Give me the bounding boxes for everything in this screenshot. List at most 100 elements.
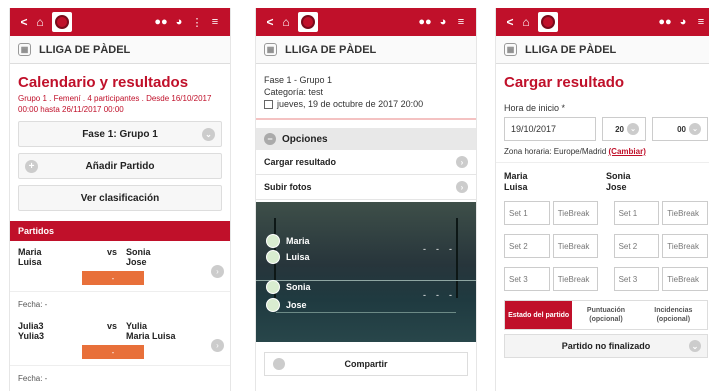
league-icon: ▦ [264, 43, 277, 56]
team-b-player: Jose [606, 182, 627, 192]
group-details: Grupo 1 . Femení . 4 participantes . Des… [18, 94, 212, 114]
users-icon[interactable]: ●● [152, 16, 170, 28]
team-a-score: --- [423, 244, 462, 254]
team-a-player: Luisa [18, 257, 42, 267]
match-date: Fecha: - [18, 374, 48, 383]
result-tabs: Estado del partido Puntuación (opcional)… [504, 300, 708, 330]
phase-select[interactable]: Fase 1: Grupo 1 ⌄ [18, 121, 222, 147]
share-icon [273, 358, 285, 370]
options-title: Opciones [282, 133, 328, 145]
team-b-player: Maria Luisa [126, 331, 176, 341]
view-ranking-button[interactable]: Ver clasificación [18, 185, 222, 211]
chevron-down-icon: ⌄ [627, 123, 639, 135]
league-header: ▦ LLIGA DE PÀDEL [496, 36, 709, 64]
minute-select[interactable]: 00 ⌄ [652, 117, 708, 141]
chevron-right-icon: › [456, 181, 468, 193]
avatar [266, 250, 280, 264]
club-logo[interactable] [52, 12, 72, 32]
player-chip: Maria [266, 234, 310, 248]
hour-select[interactable]: 20 ⌄ [602, 117, 646, 141]
match-date: Fecha: - [18, 300, 48, 309]
team-a-tiebreak2-input[interactable]: TieBreak [552, 234, 599, 258]
users-icon[interactable]: ●● [656, 16, 674, 28]
upload-result-option[interactable]: Cargar resultado › [256, 150, 476, 175]
sets-grid: Set 1 TieBreak Set 1 TieBreak Set 2 TieB… [496, 193, 709, 291]
add-match-button[interactable]: + Añadir Partido [18, 153, 222, 179]
tab-score[interactable]: Puntuación (opcional) [572, 301, 639, 329]
team-b-set1-input[interactable]: Set 1 [613, 201, 660, 225]
team-a-player: Maria [504, 171, 528, 181]
team-names: Maria Luisa Sonia Jose [496, 163, 709, 193]
team-b-player: Yulia [126, 321, 148, 331]
team-b-tiebreak3-input[interactable]: TieBreak [662, 267, 708, 291]
tab-incidents[interactable]: Incidencias (opcional) [640, 301, 707, 329]
match-status-select[interactable]: Partido no finalizado ⌄ [504, 334, 708, 358]
matches-section-header: Partidos [10, 221, 230, 241]
team-a-set1-input[interactable]: Set 1 [504, 201, 550, 225]
screens-container: < ⌂ ●● ◕ ⋮ ≡ ▦ LLIGA DE PÀDEL Calendario… [0, 0, 709, 391]
back-icon[interactable]: < [16, 15, 32, 29]
set-row: Set 3 TieBreak Set 3 TieBreak [504, 267, 708, 291]
options-header[interactable]: − Opciones [256, 128, 476, 150]
match-phase: Fase 1 - Grupo 1 [264, 75, 333, 85]
chevron-right-icon[interactable]: › [211, 265, 224, 278]
globe-icon[interactable]: ◕ [434, 16, 452, 28]
team-b-score: --- [423, 290, 462, 300]
home-icon[interactable]: ⌂ [518, 15, 534, 29]
top-bar: < ⌂ ●● ◕ ≡ [256, 8, 476, 36]
users-icon[interactable]: ●● [416, 16, 434, 28]
menu-icon[interactable]: ≡ [452, 16, 470, 28]
team-b-tiebreak1-input[interactable]: TieBreak [662, 201, 708, 225]
match-row[interactable]: Julia3 vs Yulia Yulia3 Maria Luisa - › [10, 315, 230, 366]
team-b-set2-input[interactable]: Set 2 [613, 234, 660, 258]
chevron-right-icon[interactable]: › [211, 339, 224, 352]
team-b-player: Jose [126, 257, 147, 267]
back-icon[interactable]: < [262, 15, 278, 29]
club-logo[interactable] [298, 12, 318, 32]
vs-label: vs [106, 321, 117, 331]
chevron-down-icon: ⌄ [689, 123, 701, 135]
team-a-set2-input[interactable]: Set 2 [504, 234, 550, 258]
menu-icon[interactable]: ≡ [206, 16, 224, 28]
globe-icon[interactable]: ◕ [170, 16, 188, 28]
start-time-label: Hora de inicio * [504, 103, 566, 113]
timezone-text: Zona horaria: Europe/Madrid [504, 147, 607, 156]
team-a-set3-input[interactable]: Set 3 [504, 267, 550, 291]
globe-icon[interactable]: ◕ [674, 16, 692, 28]
match-row[interactable]: Maria vs Sonia Luisa Jose - › [10, 241, 230, 292]
menu-icon[interactable]: ≡ [692, 16, 709, 28]
change-timezone-link[interactable]: (Cambiar) [609, 147, 646, 156]
league-name: LLIGA DE PÀDEL [285, 43, 377, 56]
team-a-tiebreak3-input[interactable]: TieBreak [552, 267, 599, 291]
chevron-down-icon: ⌄ [202, 128, 215, 141]
phone-upload-result: < ⌂ ●● ◕ ≡ ▦ LLIGA DE PÀDEL Cargar resul… [495, 8, 709, 391]
team-a-player: Luisa [504, 182, 528, 192]
plus-icon: + [25, 160, 38, 173]
club-logo[interactable] [538, 12, 558, 32]
league-header: ▦ LLIGA DE PÀDEL [10, 36, 230, 64]
court-line [276, 312, 456, 313]
team-a-player: Julia3 [18, 321, 44, 331]
home-icon[interactable]: ⌂ [278, 15, 294, 29]
score-badge[interactable]: - [82, 345, 144, 359]
upload-photos-option[interactable]: Subir fotos › [256, 175, 476, 200]
court-post [456, 218, 458, 298]
chevron-right-icon: › [456, 156, 468, 168]
date-field[interactable]: 19/10/2017 [504, 117, 596, 141]
home-icon[interactable]: ⌂ [32, 15, 48, 29]
player-chip: Luisa [266, 250, 310, 264]
tab-match-status[interactable]: Estado del partido [505, 301, 573, 329]
back-icon[interactable]: < [502, 15, 518, 29]
team-b-tiebreak2-input[interactable]: TieBreak [662, 234, 708, 258]
score-badge[interactable]: - [82, 271, 144, 285]
share-button[interactable]: Compartir [264, 352, 468, 376]
match-category: Categoría: test [264, 87, 324, 97]
match-info: Fase 1 - Grupo 1 Categoría: test jueves,… [256, 64, 476, 120]
league-name: LLIGA DE PÀDEL [525, 43, 617, 56]
team-b-player: Sonia [606, 171, 631, 181]
team-a-tiebreak1-input[interactable]: TieBreak [552, 201, 599, 225]
team-b-set3-input[interactable]: Set 3 [613, 267, 660, 291]
more-icon[interactable]: ⋮ [188, 16, 206, 29]
top-bar: < ⌂ ●● ◕ ⋮ ≡ [10, 8, 230, 36]
add-match-label: Añadir Partido [85, 160, 155, 172]
